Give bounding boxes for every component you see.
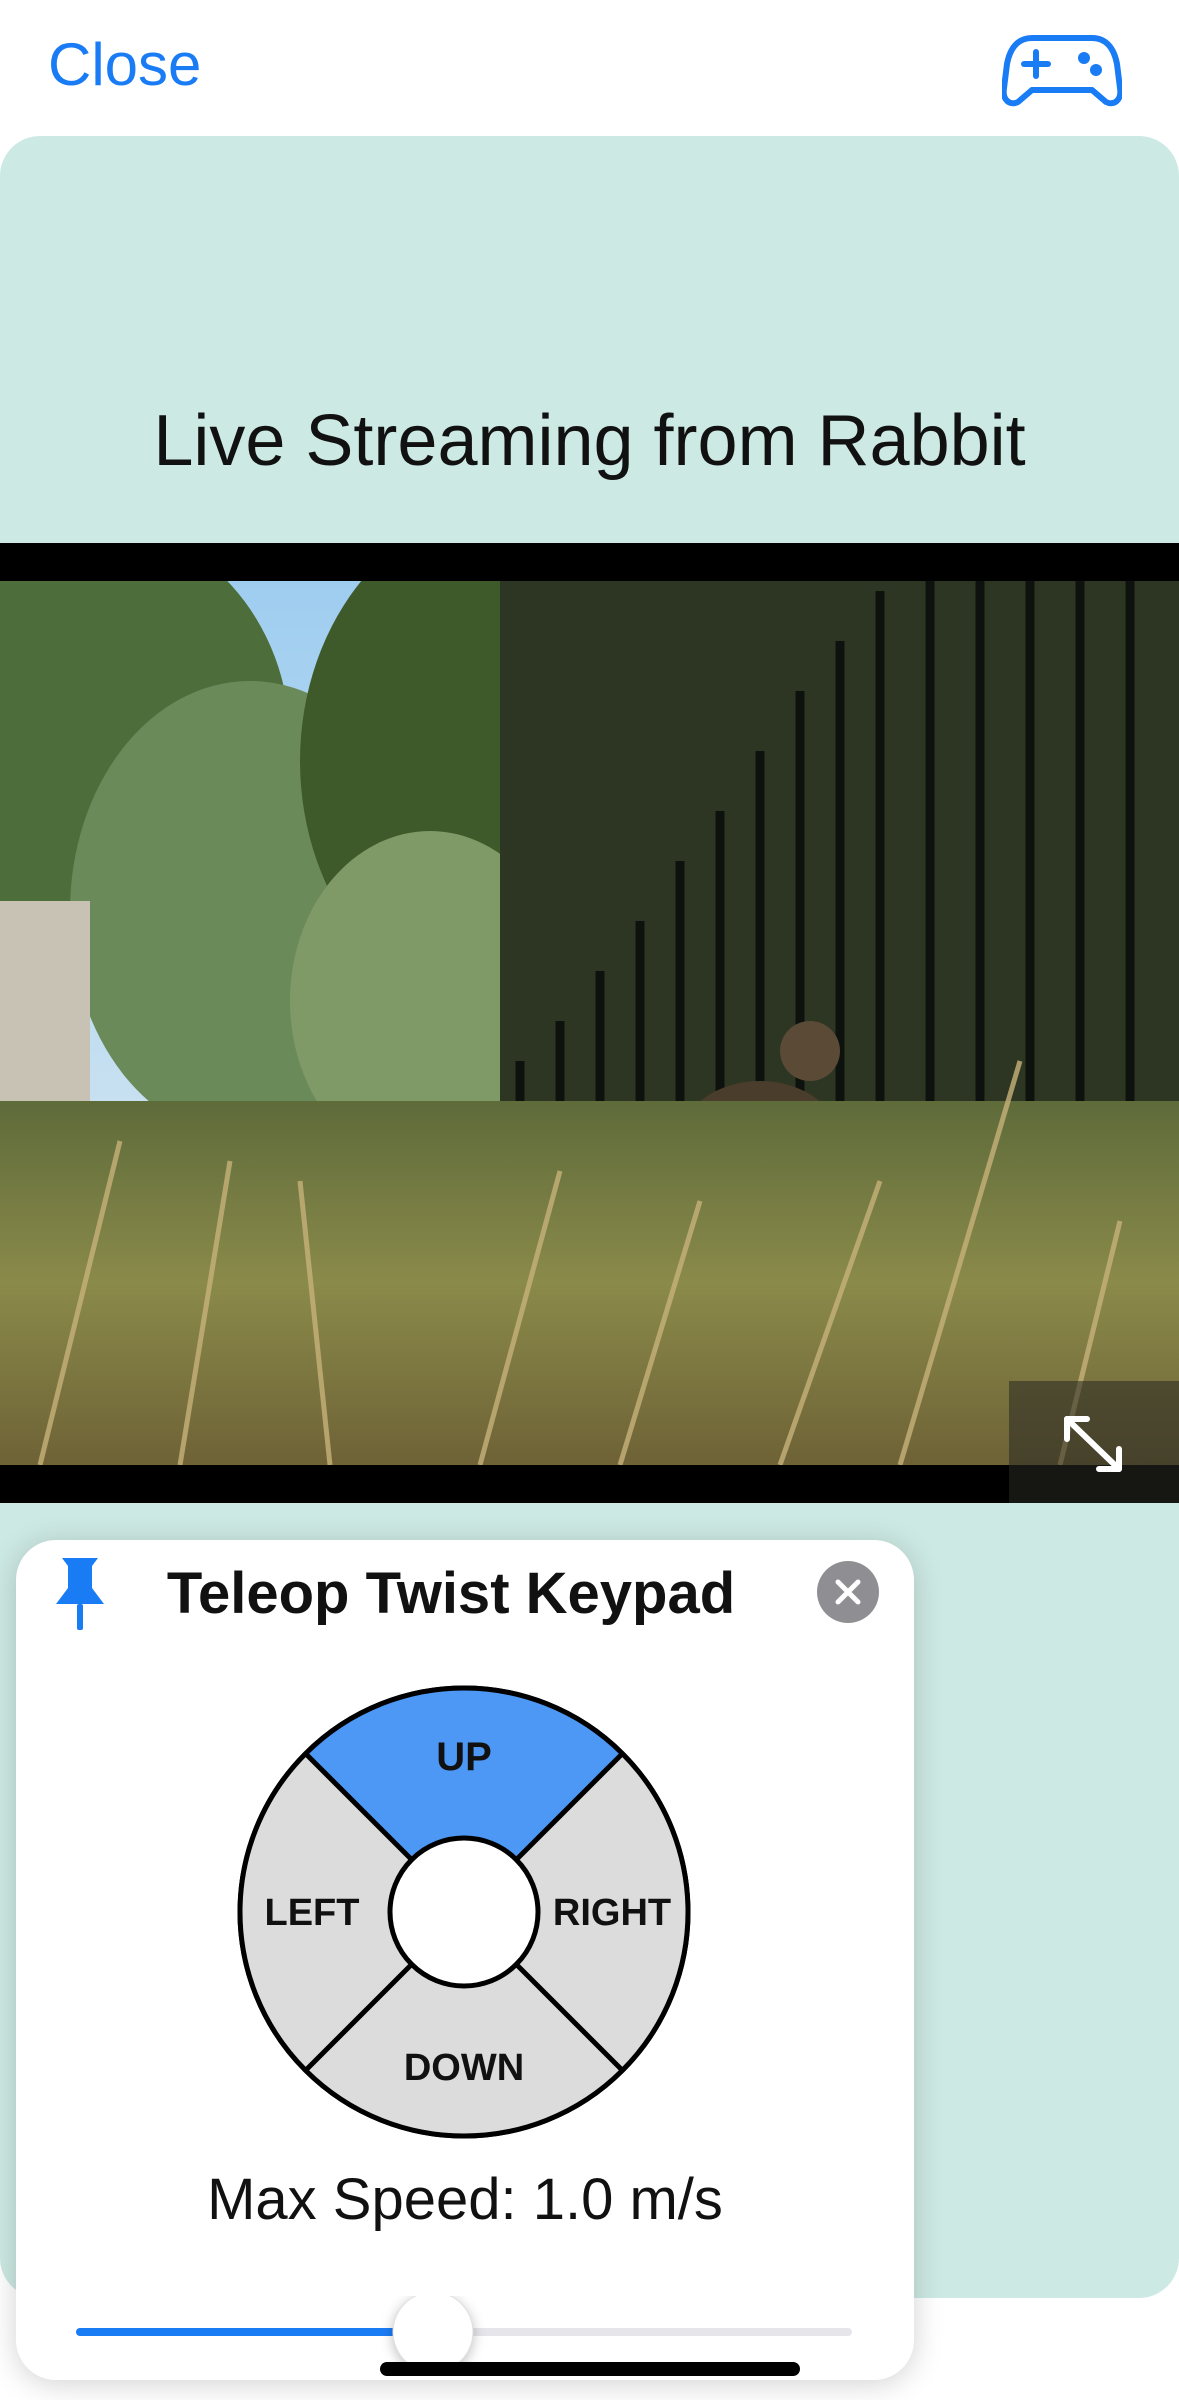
right-label: RIGHT [553, 1892, 671, 1934]
up-label: UP [436, 1735, 492, 1779]
expand-button[interactable] [1009, 1381, 1179, 1503]
max-speed-slider[interactable] [76, 2296, 852, 2366]
close-circle-icon[interactable] [816, 1560, 880, 1624]
home-indicator [380, 2362, 800, 2376]
left-label: LEFT [265, 1892, 360, 1934]
down-label: DOWN [404, 2047, 524, 2089]
keypad-title: Teleop Twist Keypad [166, 1561, 736, 1626]
slider-thumb[interactable] [392, 2296, 474, 2366]
expand-icon [1064, 1416, 1122, 1472]
close-button[interactable]: Close [48, 30, 201, 99]
camera-feed [0, 581, 1179, 1465]
teleop-keypad-panel: Teleop Twist Keypad UP DOWN LEFT RIGHT M… [16, 1540, 914, 2380]
max-speed-label: Max Speed: 1.0 m/s [207, 2167, 723, 2232]
stream-title: Live Streaming from Rabbit [153, 401, 1026, 481]
gamepad-icon[interactable] [1002, 30, 1122, 110]
video-player[interactable] [0, 543, 1179, 1503]
direction-pad: UP DOWN LEFT RIGHT [237, 1685, 691, 2139]
